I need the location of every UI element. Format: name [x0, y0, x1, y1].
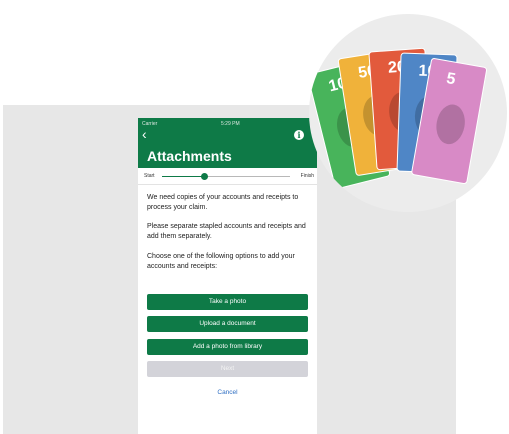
intro-text: We need copies of your accounts and rece…: [147, 194, 299, 211]
choose-option-text: Choose one of the following options to a…: [147, 253, 295, 270]
banknotes-image: 1005020105: [309, 14, 507, 212]
add-from-library-button[interactable]: Add a photo from library: [147, 339, 308, 355]
progress-stepper: Start Finish: [138, 168, 317, 185]
status-bar: Carrier 5:29 PM: [142, 120, 313, 128]
progress-fill: [162, 176, 205, 177]
progress-start-label: Start: [144, 173, 155, 179]
status-time: 5:29 PM: [221, 121, 240, 127]
cancel-link[interactable]: Cancel: [147, 388, 308, 397]
chevron-left-icon[interactable]: ‹: [142, 127, 154, 141]
progress-finish-label: Finish: [300, 173, 314, 179]
phone-screen: Carrier 5:29 PM ‹ i Attachments Start Fi…: [138, 118, 317, 434]
page-title: Attachments: [147, 148, 232, 164]
info-icon[interactable]: i: [294, 130, 304, 140]
banknotes-illustration: 1005020105: [309, 47, 488, 189]
take-photo-button[interactable]: Take a photo: [147, 294, 308, 310]
next-button: Next: [147, 361, 308, 377]
upload-document-button[interactable]: Upload a document: [147, 316, 308, 332]
separate-text: Please separate stapled accounts and rec…: [147, 223, 306, 240]
progress-thumb: [201, 173, 209, 180]
app-header: Carrier 5:29 PM ‹ i Attachments: [138, 118, 317, 168]
